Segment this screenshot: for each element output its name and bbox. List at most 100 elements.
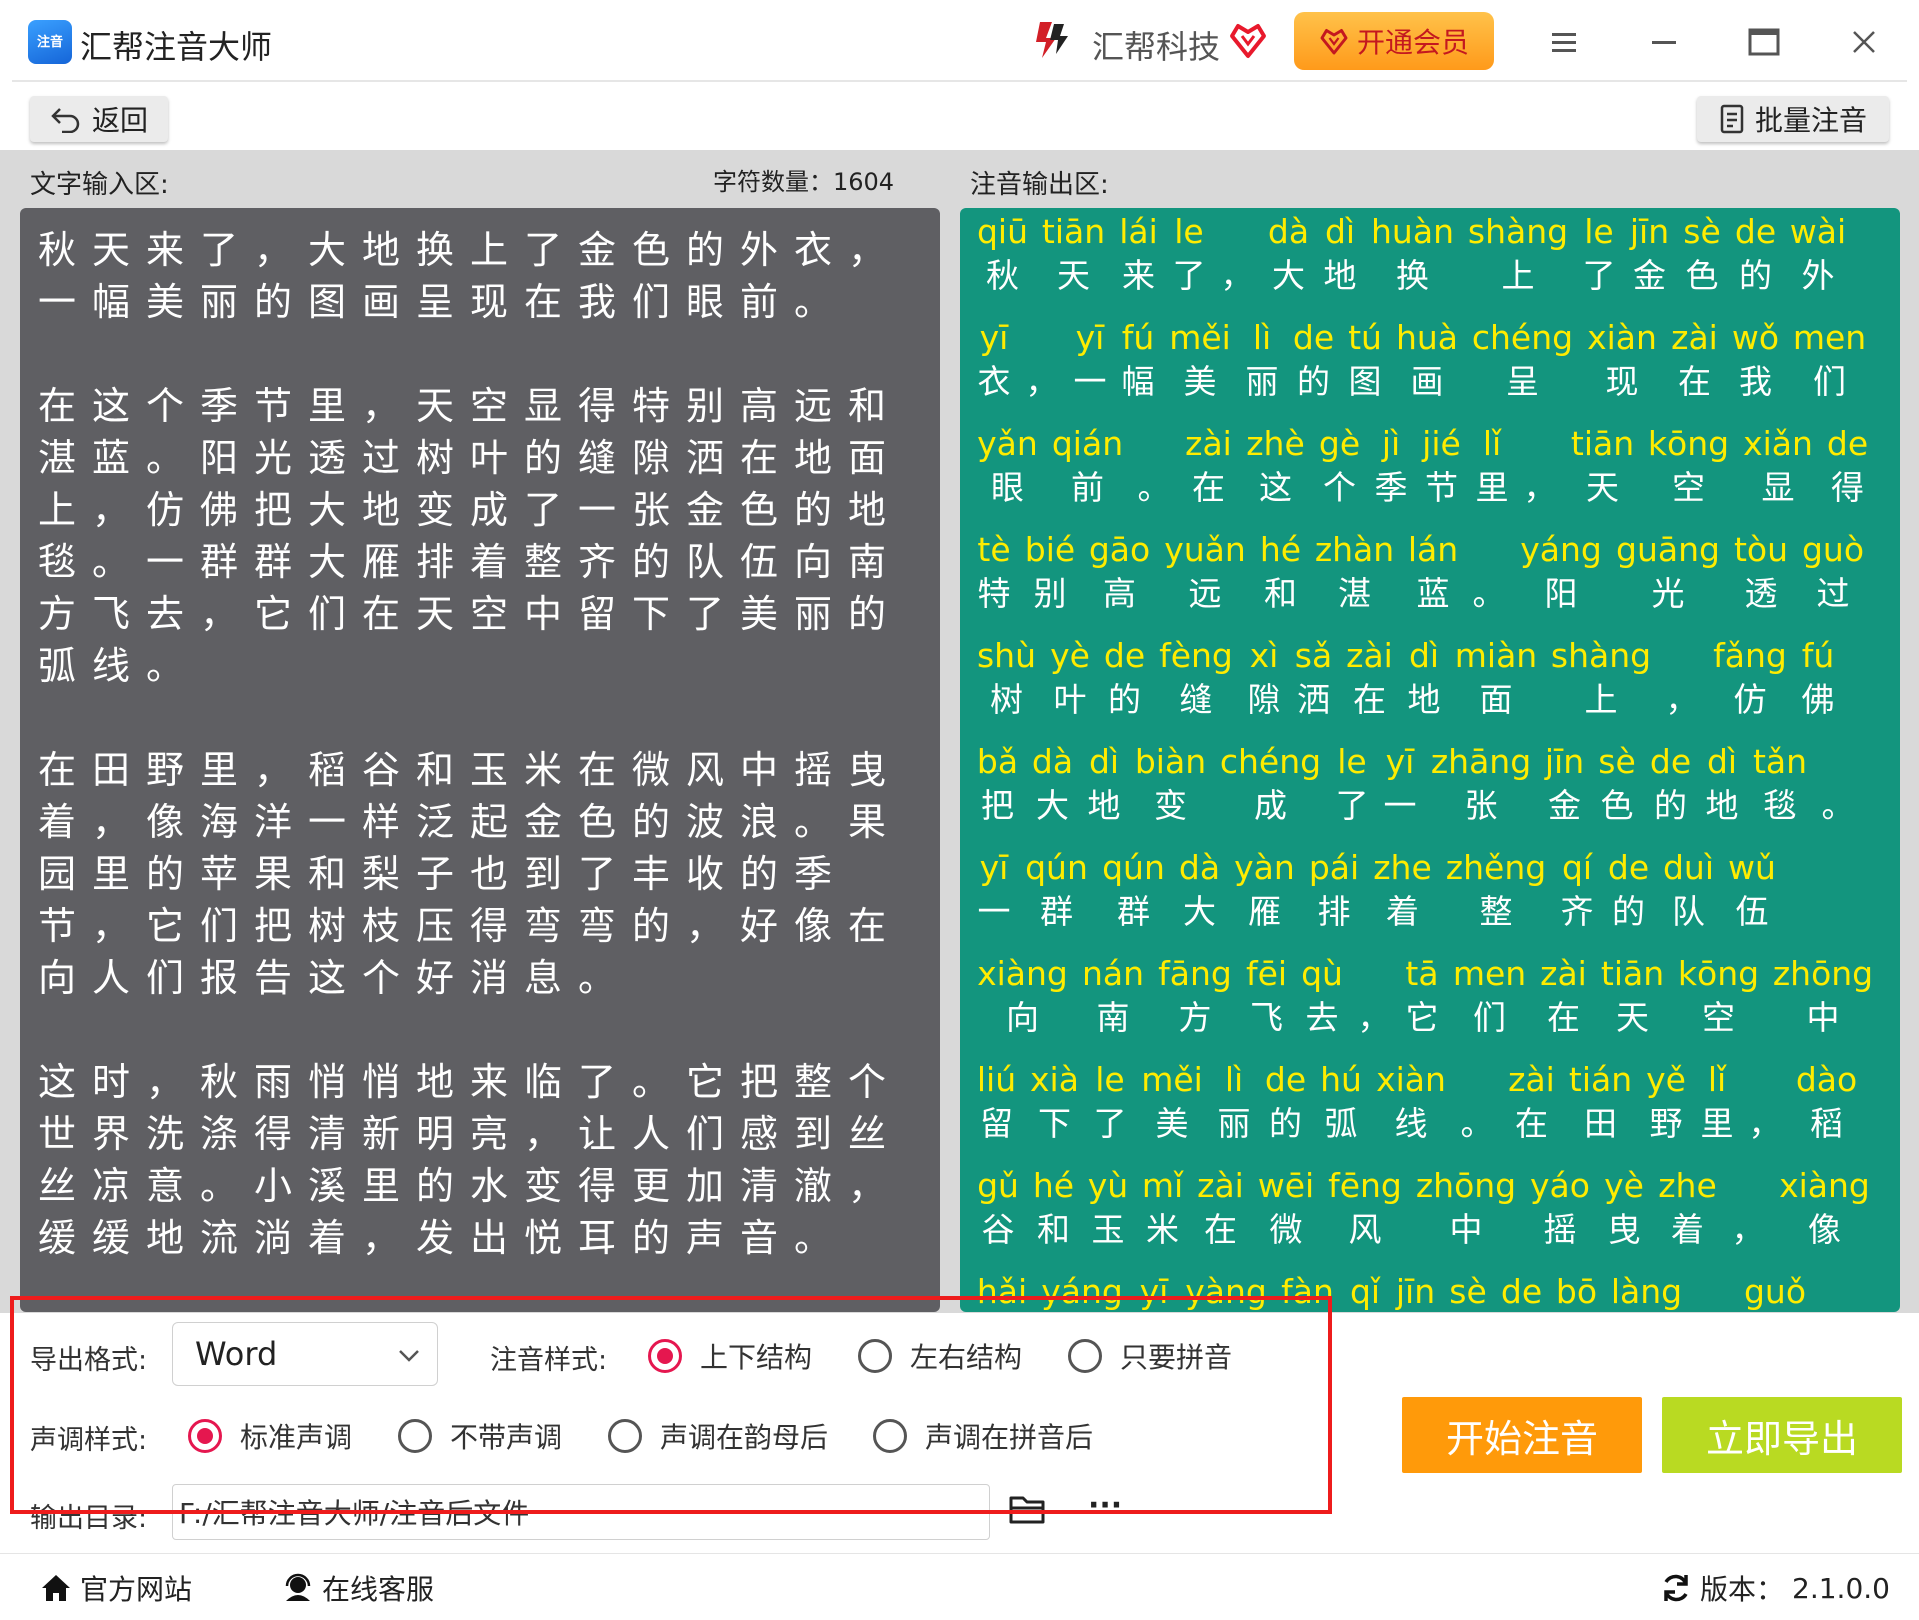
pinyin-text: xiàng — [977, 954, 1068, 993]
pinyin-segment: xiǎn 显 — [1736, 422, 1820, 510]
hanzi-text: 下 — [1038, 1104, 1071, 1143]
pinyin-text: huà — [1395, 318, 1459, 357]
pinyin-segment: de 的 — [1286, 316, 1341, 404]
hanzi-text: 张 — [1464, 786, 1498, 825]
hanzi-text: 节 — [1425, 468, 1458, 507]
menu-button[interactable] — [1540, 18, 1588, 66]
pinyin-segment: tiān 天 — [1564, 422, 1641, 510]
pinyin-text: wēi — [1257, 1166, 1315, 1205]
pinyin-text: dào — [1795, 1060, 1858, 1099]
pinyin-segment: ， — [1018, 316, 1066, 404]
pinyin-text: de — [1292, 318, 1335, 357]
heart-diamond-icon[interactable] — [1228, 20, 1268, 60]
pinyin-text: zhàn — [1314, 530, 1395, 569]
start-annotate-button[interactable]: 开始注音 — [1402, 1397, 1642, 1473]
hanzi-text: 缝 — [1179, 680, 1213, 719]
refresh-icon[interactable] — [1660, 1572, 1692, 1604]
hanzi-text: ， — [1025, 362, 1059, 401]
pinyin-text: fēi — [1245, 954, 1288, 993]
hanzi-text: 队 — [1672, 892, 1705, 931]
hanzi-text: 一 — [1073, 362, 1107, 401]
hanzi-text: 一 — [1383, 786, 1417, 825]
pinyin-segment: bié 别 — [1018, 528, 1082, 616]
hanzi-text: 大 — [1036, 786, 1069, 825]
pinyin-text: zhāng — [1430, 742, 1532, 781]
hanzi-text: 曳 — [1607, 1210, 1641, 1249]
batch-annotate-button[interactable]: 批量注音 — [1697, 96, 1889, 142]
hanzi-text: 稻 — [1810, 1104, 1843, 1143]
pinyin-segment: qún 群 — [1095, 846, 1172, 934]
minimize-button[interactable] — [1640, 18, 1688, 66]
pinyin-segment: hú 弧 — [1313, 1058, 1369, 1146]
pinyin-segment: biàn 变 — [1128, 740, 1213, 828]
pinyin-segment: wǔ 伍 — [1721, 846, 1783, 934]
pinyin-text: guāng — [1616, 530, 1720, 569]
hanzi-text: 色 — [1685, 256, 1719, 295]
pinyin-text: gè — [1318, 424, 1361, 463]
hanzi-text: 换 — [1396, 256, 1429, 295]
close-button[interactable] — [1840, 18, 1888, 66]
pinyin-segment: zhàn 湛 — [1308, 528, 1401, 616]
hanzi-text: 金 — [1633, 256, 1666, 295]
hanzi-text: 一 — [977, 892, 1011, 931]
hanzi-text: 的 — [1269, 1104, 1302, 1143]
pinyin-segment: zhōng 中 — [1766, 952, 1880, 1040]
pinyin-segment: měi 美 — [1134, 1058, 1210, 1146]
pinyin-text: gāo — [1088, 530, 1151, 569]
hanzi-text: 远 — [1188, 574, 1222, 613]
export-now-button[interactable]: 立即导出 — [1662, 1397, 1902, 1473]
brand-logo-icon — [1036, 22, 1068, 58]
pinyin-text: fēng — [1328, 1166, 1402, 1205]
pinyin-text: chéng — [1219, 742, 1322, 781]
pinyin-row: bǎ 把 dà 大 dì 地 biàn 变 chéng 成 le 了 yī 一 zhāng 张 jīn 金 sè 色 d… — [960, 740, 1900, 846]
hanzi-text: 色 — [1600, 786, 1634, 825]
online-service-link[interactable]: 在线客服 — [282, 1568, 434, 1608]
hanzi-text: 中 — [1449, 1210, 1483, 1249]
pinyin-text — [1453, 1058, 1501, 1102]
pinyin-segment: chéng 成 — [1213, 740, 1328, 828]
pinyin-text: tǎn — [1752, 742, 1808, 781]
hanzi-text: 季 — [1374, 468, 1408, 507]
pinyin-segment: 。 — [1465, 528, 1513, 616]
hanzi-text: 了 — [1093, 1104, 1127, 1143]
pinyin-text: sè — [1598, 742, 1636, 781]
pinyin-output-area[interactable]: qiū 秋 tiān 天 lái 来 le 了， dà 大 dì 地 huàn 换 shàng 上 le 了 jīn… — [960, 208, 1900, 1312]
input-text[interactable]: 秋天来了，大地换上了金色的外衣，一幅美丽的图画呈现在我们眼前。 在这个季节里，天… — [38, 224, 918, 1264]
hanzi-text: ， — [1748, 1104, 1782, 1143]
hanzi-text: 排 — [1317, 892, 1351, 931]
hanzi-text: 大 — [1183, 892, 1216, 931]
pinyin-segment: jì 季 — [1367, 422, 1415, 510]
pinyin-segment: dà 大 — [1025, 740, 1080, 828]
hanzi-text: ， — [1357, 998, 1391, 1037]
maximize-button[interactable] — [1740, 18, 1788, 66]
pinyin-text: xiǎn — [1743, 424, 1813, 463]
pinyin-segment: qún 群 — [1018, 846, 1095, 934]
hanzi-text: 衣 — [977, 362, 1011, 401]
hanzi-text: 洒 — [1297, 680, 1330, 719]
hanzi-text: 美 — [1183, 362, 1217, 401]
pinyin-segment: zài 在 — [1664, 316, 1725, 404]
hanzi-text: 显 — [1761, 468, 1795, 507]
hanzi-text: 雁 — [1248, 892, 1281, 931]
hanzi-text: 地 — [1323, 256, 1357, 295]
hanzi-text: ， — [1220, 256, 1254, 295]
hanzi-text: 高 — [1103, 574, 1136, 613]
pinyin-text: de — [1734, 212, 1777, 251]
official-website-link[interactable]: 官方网站 — [40, 1568, 192, 1608]
back-button[interactable]: 返回 — [30, 96, 168, 142]
pinyin-text: guò — [1801, 530, 1865, 569]
pinyin-segment: yáo 摇 — [1523, 1164, 1597, 1252]
vip-button[interactable]: 开通会员 — [1294, 12, 1494, 70]
pinyin-segment: dì 地 — [1316, 210, 1364, 298]
pinyin-segment: men 们 — [1446, 952, 1533, 1040]
text-input-area[interactable]: 秋天来了，大地换上了金色的外衣，一幅美丽的图画呈现在我们眼前。 在这个季节里，天… — [20, 208, 940, 1312]
pinyin-text: dà — [1267, 212, 1310, 251]
hanzi-text: 的 — [1612, 892, 1645, 931]
hanzi-text: 画 — [1410, 362, 1444, 401]
pinyin-segment: zài 在 — [1339, 634, 1400, 722]
hanzi-text: 天 — [1616, 998, 1649, 1037]
pinyin-segment: zài 在 — [1190, 1164, 1251, 1252]
hanzi-text: 里 — [1700, 1104, 1734, 1143]
pinyin-text: tè — [977, 530, 1011, 569]
hanzi-text: 毯 — [1763, 786, 1797, 825]
